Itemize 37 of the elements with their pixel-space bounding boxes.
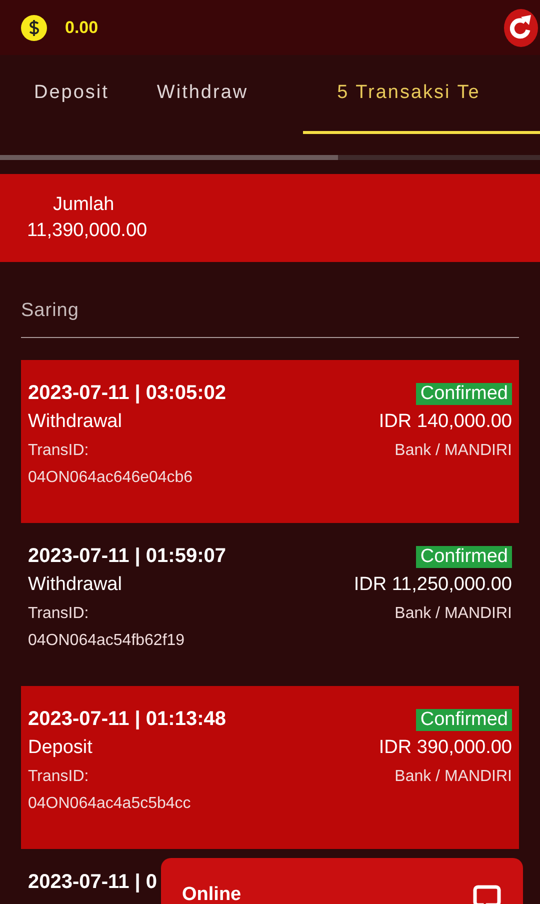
transaction-card[interactable]: 2023-07-11 | 01:59:07 Confirmed Withdrawal IDR 11,250,000.00 TransID: Bank / MANDIRI 04ON064ac54fb62f19 (21, 523, 519, 686)
status-badge: Confirmed (416, 382, 512, 404)
balance-amount: 0.00 (65, 18, 98, 38)
transaction-type: Withdrawal (28, 574, 122, 596)
transaction-id: 04ON064ac4a5c5b4cc (28, 795, 191, 813)
payment-method: Bank / MANDIRI (394, 442, 512, 460)
transaction-datetime: 2023-07-11 | 01:13:48 (28, 708, 226, 731)
chat-dialog[interactable]: Online (161, 858, 523, 904)
tab[interactable]: Deposit (34, 55, 109, 134)
coin-icon (21, 14, 47, 40)
payment-method: Bank / MANDIRI (394, 768, 512, 786)
transaction-card[interactable]: 2023-07-11 | 01:13:48 Confirmed Deposit IDR 390,000.00 TransID: Bank / MANDIRI 04ON064ac4a5c5b4cc (21, 686, 519, 849)
transaction-amount: IDR 390,000.00 (378, 737, 512, 759)
tab[interactable]: Withdraw (156, 55, 248, 134)
transid-label: TransID: (28, 605, 89, 623)
transaction-amount: IDR 140,000.00 (378, 411, 512, 433)
transaction-amount: IDR 11,250,000.00 (354, 574, 512, 596)
transaction-card[interactable]: 2023-07-11 | 03:05:02 Confirmed Withdrawal IDR 140,000.00 TransID: Bank / MANDIRI 04ON064ac646e04cb6 (21, 360, 519, 523)
chat-bubble-icon (473, 884, 501, 904)
transaction-datetime: 2023-07-11 | 01:59:07 (28, 545, 226, 568)
transaction-datetime: 2023-07-11 | 03:05:02 (28, 382, 226, 405)
refresh-icon[interactable] (504, 8, 538, 46)
filter-field[interactable]: Saring (21, 300, 519, 338)
chat-label: Online (182, 884, 242, 904)
payment-method: Bank / MANDIRI (394, 605, 512, 623)
transaction-id: 04ON064ac54fb62f19 (28, 632, 185, 650)
transaction-type: Deposit (28, 737, 92, 759)
status-badge: Confirmed (416, 708, 512, 730)
scrollbar[interactable] (0, 155, 338, 160)
transid-label: TransID: (28, 442, 89, 460)
transaction-type: Withdrawal (28, 411, 122, 433)
summary-label: Jumlah (52, 194, 116, 216)
transid-label: TransID: (28, 768, 89, 786)
status-badge: Confirmed (416, 546, 512, 568)
transaction-id: 04ON064ac646e04cb6 (28, 469, 193, 487)
summary-value: 11,390,000.00 (27, 220, 148, 242)
tab[interactable]: 5 Transaksi Te (303, 55, 540, 134)
